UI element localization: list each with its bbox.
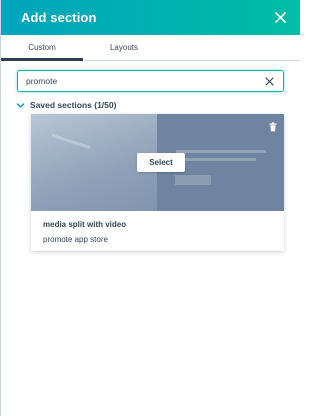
search-box	[17, 70, 284, 92]
panel-header: Add section	[1, 0, 300, 35]
clear-icon	[264, 76, 274, 86]
section-name: media split with video	[43, 220, 127, 229]
section-description: promote app store	[43, 235, 108, 244]
thumbnail-line	[176, 150, 266, 153]
clear-search-button[interactable]	[263, 75, 275, 87]
select-section-button[interactable]: Select	[137, 153, 185, 172]
saved-sections-toggle[interactable]: Saved sections (1/50)	[16, 98, 300, 112]
tab-layouts[interactable]: Layouts	[83, 35, 165, 60]
chevron-down-icon	[16, 101, 25, 110]
section-thumbnail: Select	[31, 114, 284, 211]
panel-title: Add section	[21, 10, 97, 25]
close-button[interactable]	[270, 8, 290, 28]
tab-layouts-label: Layouts	[109, 43, 139, 52]
saved-section-card[interactable]: Select media split with video promote ap…	[31, 114, 284, 251]
delete-section-button[interactable]	[268, 119, 278, 132]
card-body: media split with video promote app store	[31, 211, 284, 244]
thumbnail-button-shape	[175, 175, 211, 185]
tab-custom-label: Custom	[28, 43, 56, 52]
add-section-panel: Add section Custom Layouts Saved sectio	[0, 0, 300, 416]
thumbnail-line	[176, 158, 256, 161]
tab-custom[interactable]: Custom	[1, 35, 83, 61]
saved-sections-label: Saved sections (1/50)	[30, 100, 117, 110]
trash-icon	[269, 122, 277, 132]
tab-bar: Custom Layouts	[1, 35, 300, 61]
close-icon	[274, 12, 286, 23]
search-input[interactable]	[26, 76, 263, 86]
